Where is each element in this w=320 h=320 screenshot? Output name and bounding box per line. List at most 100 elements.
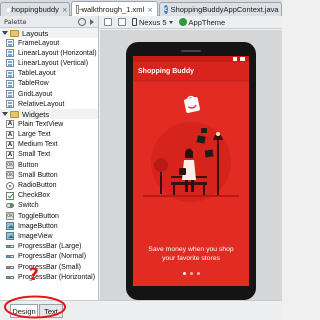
palette-item[interactable]: ProgressBar (Horizontal) xyxy=(0,272,98,282)
palette-item[interactable]: TableLayout xyxy=(0,69,98,79)
checkbox-icon xyxy=(6,191,14,200)
palette-item[interactable]: ImageView xyxy=(0,231,98,241)
folder-icon xyxy=(10,110,19,118)
tagline-line-2: your favorite stores xyxy=(162,254,220,262)
palette-item[interactable]: RelativeLayout xyxy=(0,99,98,109)
palette-item[interactable]: Small Button xyxy=(0,170,98,180)
pager-dot xyxy=(182,272,186,275)
section-label: Layouts xyxy=(22,28,49,38)
layout-editor-toolbar: Nexus 5 AppTheme xyxy=(100,16,282,29)
button-icon xyxy=(6,171,14,180)
palette-item[interactable]: A Plain TextView xyxy=(0,119,98,129)
palette-section-widgets[interactable]: Widgets xyxy=(0,109,98,120)
palette-item-label: ProgressBar (Horizontal) xyxy=(18,273,96,281)
palette-item[interactable]: A Small Text xyxy=(0,150,98,160)
collapse-arrow-icon[interactable] xyxy=(90,18,94,25)
chevron-down-icon xyxy=(2,112,8,117)
textview-icon: A xyxy=(6,150,14,159)
palette-item[interactable]: Button xyxy=(0,160,98,170)
device-selector[interactable]: Nexus 5 xyxy=(132,18,173,27)
chevron-down-icon xyxy=(2,31,8,35)
palette-item-label: ImageButton xyxy=(18,222,58,230)
pager-dot xyxy=(196,272,200,275)
tab-text[interactable]: Text xyxy=(39,304,63,318)
layout-icon xyxy=(6,69,14,78)
palette-item[interactable]: A Medium Text xyxy=(0,140,98,150)
device-frame: Shopping Buddy Save money when you shop … xyxy=(126,42,256,300)
layout-icon xyxy=(6,39,14,48)
close-icon[interactable]: × xyxy=(147,6,153,14)
image-icon xyxy=(6,232,14,241)
progressbar-icon xyxy=(6,275,14,279)
palette-item-label: ImageView xyxy=(18,232,53,240)
theme-icon xyxy=(178,18,187,26)
palette-item-label: LinearLayout (Vertical) xyxy=(18,59,89,67)
editor-tab-strip: shoppingbuddy × walkthrough_1.xml × c Sh… xyxy=(0,0,282,17)
palette-item[interactable]: RadioButton xyxy=(0,180,98,190)
radio-icon xyxy=(6,181,14,190)
layout-icon xyxy=(6,59,14,68)
theme-selector[interactable]: AppTheme xyxy=(178,17,226,27)
palette-item[interactable]: ToggleButton xyxy=(0,211,98,221)
tab-shoppingbuddy[interactable]: shoppingbuddy × xyxy=(0,2,70,16)
tab-label: walkthrough_1.xml xyxy=(81,5,145,14)
section-label: Widgets xyxy=(22,109,50,119)
walkthrough-tagline: Save money when you shop your favorite s… xyxy=(137,246,245,263)
layout-icon xyxy=(6,90,14,99)
tab-appcontext-java[interactable]: c ShoppingBuddyAppContext.java xyxy=(159,2,282,16)
gear-icon[interactable] xyxy=(78,17,86,26)
device-screen[interactable]: Shopping Buddy Save money when you shop … xyxy=(133,56,249,286)
palette-item-label: ProgressBar (Large) xyxy=(18,243,82,251)
palette-item[interactable]: TableRow xyxy=(0,79,98,89)
tab-design[interactable]: Design xyxy=(10,304,38,318)
palette-item-label: GridLayout xyxy=(18,90,53,98)
theme-name: AppTheme xyxy=(188,17,226,27)
palette-item[interactable]: ProgressBar (Normal) xyxy=(0,252,98,262)
palette-header: Palette xyxy=(0,16,98,28)
palette-item-label: TableLayout xyxy=(18,70,56,78)
palette-item-label: Small Text xyxy=(18,151,51,159)
palette-item-label: RelativeLayout xyxy=(18,100,65,108)
palette-item[interactable]: FrameLayout xyxy=(0,38,98,48)
app-title: Shopping Buddy xyxy=(138,67,194,75)
palette-list: Layouts FrameLayout LinearLayout (Horizont… xyxy=(0,28,98,282)
palette-item[interactable]: LinearLayout (Horizontal) xyxy=(0,48,98,58)
tab-label: shoppingbuddy xyxy=(8,5,59,14)
chevron-down-icon xyxy=(168,20,173,24)
palette-item[interactable]: A Large Text xyxy=(0,130,98,140)
textview-icon: A xyxy=(6,120,14,129)
editor-mode-tabs: Design Text xyxy=(0,300,282,320)
palette-section-layouts[interactable]: Layouts xyxy=(0,28,98,38)
palette-item-label: Plain TextView xyxy=(18,120,64,128)
palette-item[interactable]: ProgressBar (Small) xyxy=(0,262,98,272)
palette-item-label: Large Text xyxy=(18,131,51,139)
textview-icon: A xyxy=(6,130,14,139)
screen-orientation-icon[interactable] xyxy=(118,18,126,26)
switch-icon xyxy=(6,203,14,209)
phone-icon xyxy=(132,18,137,26)
palette-item-label: Button xyxy=(18,161,39,169)
palette-item-label: ProgressBar (Normal) xyxy=(18,253,87,261)
layout-icon xyxy=(6,79,14,88)
tab-label: ShoppingBuddyAppContext.java xyxy=(170,5,279,14)
palette-item[interactable]: ProgressBar (Large) xyxy=(0,242,98,252)
progressbar-icon xyxy=(6,265,14,269)
pager-dot xyxy=(189,272,193,275)
palette-item[interactable]: GridLayout xyxy=(0,89,98,99)
device-name: Nexus 5 xyxy=(139,17,167,27)
image-icon xyxy=(6,222,14,231)
palette-item[interactable]: Switch xyxy=(0,201,98,211)
tab-walkthrough-xml[interactable]: walkthrough_1.xml × xyxy=(71,1,158,17)
ground-line xyxy=(143,195,239,197)
xml-file-icon xyxy=(76,5,82,14)
palette-item-label: CheckBox xyxy=(18,192,50,200)
palette-item[interactable]: ImageButton xyxy=(0,221,98,231)
pager-indicator xyxy=(133,272,249,275)
design-canvas[interactable]: Shopping Buddy Save money when you shop … xyxy=(100,30,282,300)
palette-item[interactable]: LinearLayout (Vertical) xyxy=(0,58,98,68)
layout-variants-icon[interactable] xyxy=(104,18,112,26)
close-icon[interactable]: × xyxy=(62,6,68,14)
palette-item-label: ProgressBar (Small) xyxy=(18,263,82,271)
palette-item[interactable]: CheckBox xyxy=(0,191,98,201)
class-file-icon: c xyxy=(164,5,168,14)
